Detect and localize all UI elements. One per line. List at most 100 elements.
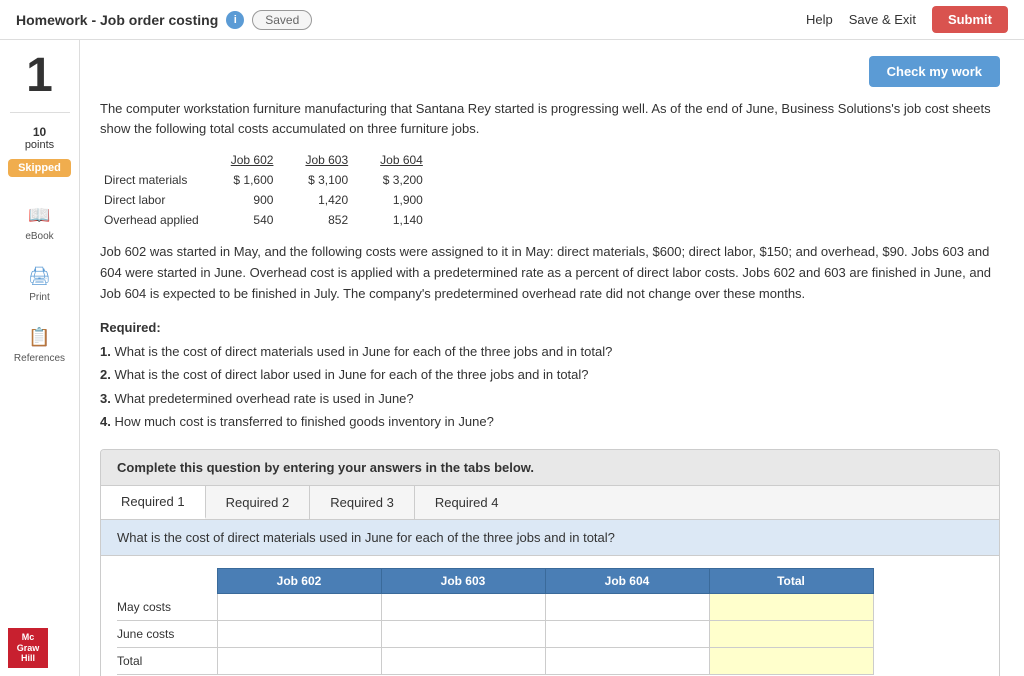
may-job604-cell: [545, 594, 709, 621]
table-row: June costs: [117, 621, 873, 648]
tab-instruction: Complete this question by entering your …: [101, 450, 999, 486]
saved-badge: Saved: [252, 10, 312, 30]
table-row: May costs: [117, 594, 873, 621]
june-job603-input[interactable]: [382, 625, 545, 643]
row-job604: 1,900: [364, 190, 439, 210]
ebook-icon: 📖: [25, 201, 53, 229]
may-job603-cell: [381, 594, 545, 621]
total-job604-input[interactable]: [546, 652, 709, 670]
help-button[interactable]: Help: [806, 12, 833, 27]
info-icon[interactable]: i: [226, 11, 244, 29]
main-layout: 1 10 points Skipped 📖 eBook 🖨 Print 📋 Re…: [0, 40, 1024, 676]
table-row: Total: [117, 648, 873, 675]
references-icon: 📋: [25, 323, 53, 351]
may-total-input[interactable]: [710, 598, 873, 616]
skipped-badge: Skipped: [8, 159, 71, 177]
ebook-label: eBook: [25, 231, 53, 242]
total-job603-input[interactable]: [382, 652, 545, 670]
total-total-cell: [709, 648, 873, 675]
tab-content: What is the cost of direct materials use…: [101, 520, 999, 676]
entry-header-job604: Job 604: [545, 569, 709, 594]
june-job602-cell: [217, 621, 381, 648]
june-job604-input[interactable]: [546, 625, 709, 643]
may-costs-label: May costs: [117, 594, 217, 621]
logo-line3: Hill: [21, 653, 35, 664]
req-item-2: 2. What is the cost of direct labor used…: [100, 367, 589, 382]
ebook-icon-item[interactable]: 📖 eBook: [25, 201, 53, 242]
cost-header-job603: Job 603: [289, 150, 364, 170]
data-table-wrapper: Job 602 Job 603 Job 604 Total May costs: [101, 556, 999, 676]
may-total-cell: [709, 594, 873, 621]
content-area: Check my work The computer workstation f…: [80, 40, 1024, 676]
table-row: Direct materials $ 1,600 $ 3,100 $ 3,200: [100, 170, 439, 190]
page-title: Homework - Job order costing: [16, 12, 218, 28]
top-nav-right: Help Save & Exit Submit: [806, 6, 1008, 33]
tab-required-3[interactable]: Required 3: [310, 486, 415, 519]
total-job602-input[interactable]: [218, 652, 381, 670]
logo-line2: Graw: [17, 643, 40, 654]
row-job604: 1,140: [364, 210, 439, 230]
top-nav-left: Homework - Job order costing i Saved: [16, 10, 312, 30]
sidebar-icons: 📖 eBook 🖨 Print 📋 References: [14, 201, 65, 364]
check-my-work-button[interactable]: Check my work: [869, 56, 1000, 87]
june-job604-cell: [545, 621, 709, 648]
june-job602-input[interactable]: [218, 625, 381, 643]
cost-header-job602: Job 602: [215, 150, 290, 170]
points-section: 10 points: [25, 125, 54, 151]
entry-header-total: Total: [709, 569, 873, 594]
row-job603: 852: [289, 210, 364, 230]
may-job603-input[interactable]: [382, 598, 545, 616]
cost-table: Job 602 Job 603 Job 604 Direct materials…: [100, 150, 439, 230]
cost-header-job604: Job 604: [364, 150, 439, 170]
row-job602: 900: [215, 190, 290, 210]
required-title: Required:: [100, 320, 161, 335]
row-label: Overhead applied: [100, 210, 215, 230]
req-item-3: 3. What predetermined overhead rate is u…: [100, 391, 414, 406]
mcgrawhill-logo: Mc Graw Hill: [8, 628, 48, 668]
tab-required-2[interactable]: Required 2: [206, 486, 311, 519]
table-row: Direct labor 900 1,420 1,900: [100, 190, 439, 210]
req-item-1: 1. What is the cost of direct materials …: [100, 344, 612, 359]
references-label: References: [14, 353, 65, 364]
row-job602: 540: [215, 210, 290, 230]
june-costs-label: June costs: [117, 621, 217, 648]
june-total-cell: [709, 621, 873, 648]
question-number: 1: [26, 52, 53, 100]
total-job602-cell: [217, 648, 381, 675]
may-job602-cell: [217, 594, 381, 621]
total-label: Total: [117, 648, 217, 675]
total-job603-cell: [381, 648, 545, 675]
submit-button[interactable]: Submit: [932, 6, 1008, 33]
points-sub: points: [25, 139, 54, 151]
row-label: Direct labor: [100, 190, 215, 210]
total-total-input[interactable]: [710, 652, 873, 670]
row-job603: $ 3,100: [289, 170, 364, 190]
row-job603: 1,420: [289, 190, 364, 210]
june-total-input[interactable]: [710, 625, 873, 643]
description-text: Job 602 was started in May, and the foll…: [100, 242, 1000, 304]
print-icon: 🖨: [25, 262, 53, 290]
check-btn-row: Check my work: [100, 56, 1000, 87]
top-nav: Homework - Job order costing i Saved Hel…: [0, 0, 1024, 40]
tab-required-4[interactable]: Required 4: [415, 486, 519, 519]
entry-header-job602: Job 602: [217, 569, 381, 594]
tab-required-1[interactable]: Required 1: [101, 486, 206, 519]
save-exit-button[interactable]: Save & Exit: [849, 12, 916, 27]
table-row: Overhead applied 540 852 1,140: [100, 210, 439, 230]
cost-header-label: [100, 150, 215, 170]
row-job602: $ 1,600: [215, 170, 290, 190]
may-job604-input[interactable]: [546, 598, 709, 616]
may-job602-input[interactable]: [218, 598, 381, 616]
points-label: 10: [25, 125, 54, 139]
references-icon-item[interactable]: 📋 References: [14, 323, 65, 364]
required-section: Required: 1. What is the cost of direct …: [100, 316, 1000, 433]
divider: [10, 112, 70, 113]
row-label: Direct materials: [100, 170, 215, 190]
row-job604: $ 3,200: [364, 170, 439, 190]
tab-question: What is the cost of direct materials use…: [101, 520, 999, 556]
tab-container: Complete this question by entering your …: [100, 449, 1000, 676]
print-label: Print: [29, 292, 50, 303]
tabs-row: Required 1 Required 2 Required 3 Require…: [101, 486, 999, 520]
data-entry-table: Job 602 Job 603 Job 604 Total May costs: [117, 568, 874, 675]
print-icon-item[interactable]: 🖨 Print: [25, 262, 53, 303]
